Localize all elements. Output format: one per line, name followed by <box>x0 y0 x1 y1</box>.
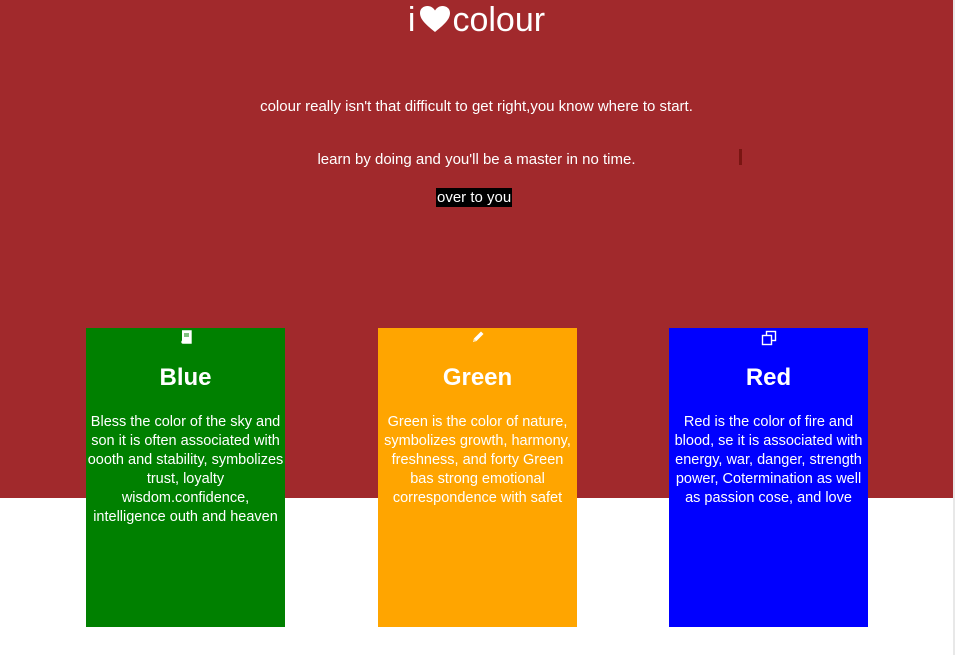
card-green-info: Green Green is the color of nature, symb… <box>378 328 577 627</box>
pencil-icon <box>378 330 577 344</box>
text-cursor-mark <box>739 149 742 165</box>
brand-title: i colour <box>0 0 953 42</box>
brand-prefix: i <box>407 1 416 39</box>
card-description: Green is the color of nature, symbolizes… <box>384 414 571 506</box>
book-icon <box>86 330 285 344</box>
page-scroll-edge <box>953 0 955 655</box>
card-title: Green <box>442 364 513 391</box>
brand-suffix: colour <box>452 1 546 39</box>
tagline-primary: colour really isn't that difficult to ge… <box>260 98 693 115</box>
tagline-secondary: learn by doing and you'll be a master in… <box>317 151 636 168</box>
card-description: Red is the color of fire and blood, se i… <box>674 414 863 506</box>
heart-icon <box>419 2 451 42</box>
card-red-info: Red Red is the color of fire and blood, … <box>669 328 868 627</box>
card-title: Blue <box>159 364 212 391</box>
card-description: Bless the color of the sky and son it is… <box>87 414 284 525</box>
card-title: Red <box>745 364 792 391</box>
over-to-you-button[interactable]: over to you <box>436 188 513 207</box>
copy-icon <box>669 330 868 346</box>
card-blue-info: Blue Bless the color of the sky and son … <box>86 328 285 627</box>
